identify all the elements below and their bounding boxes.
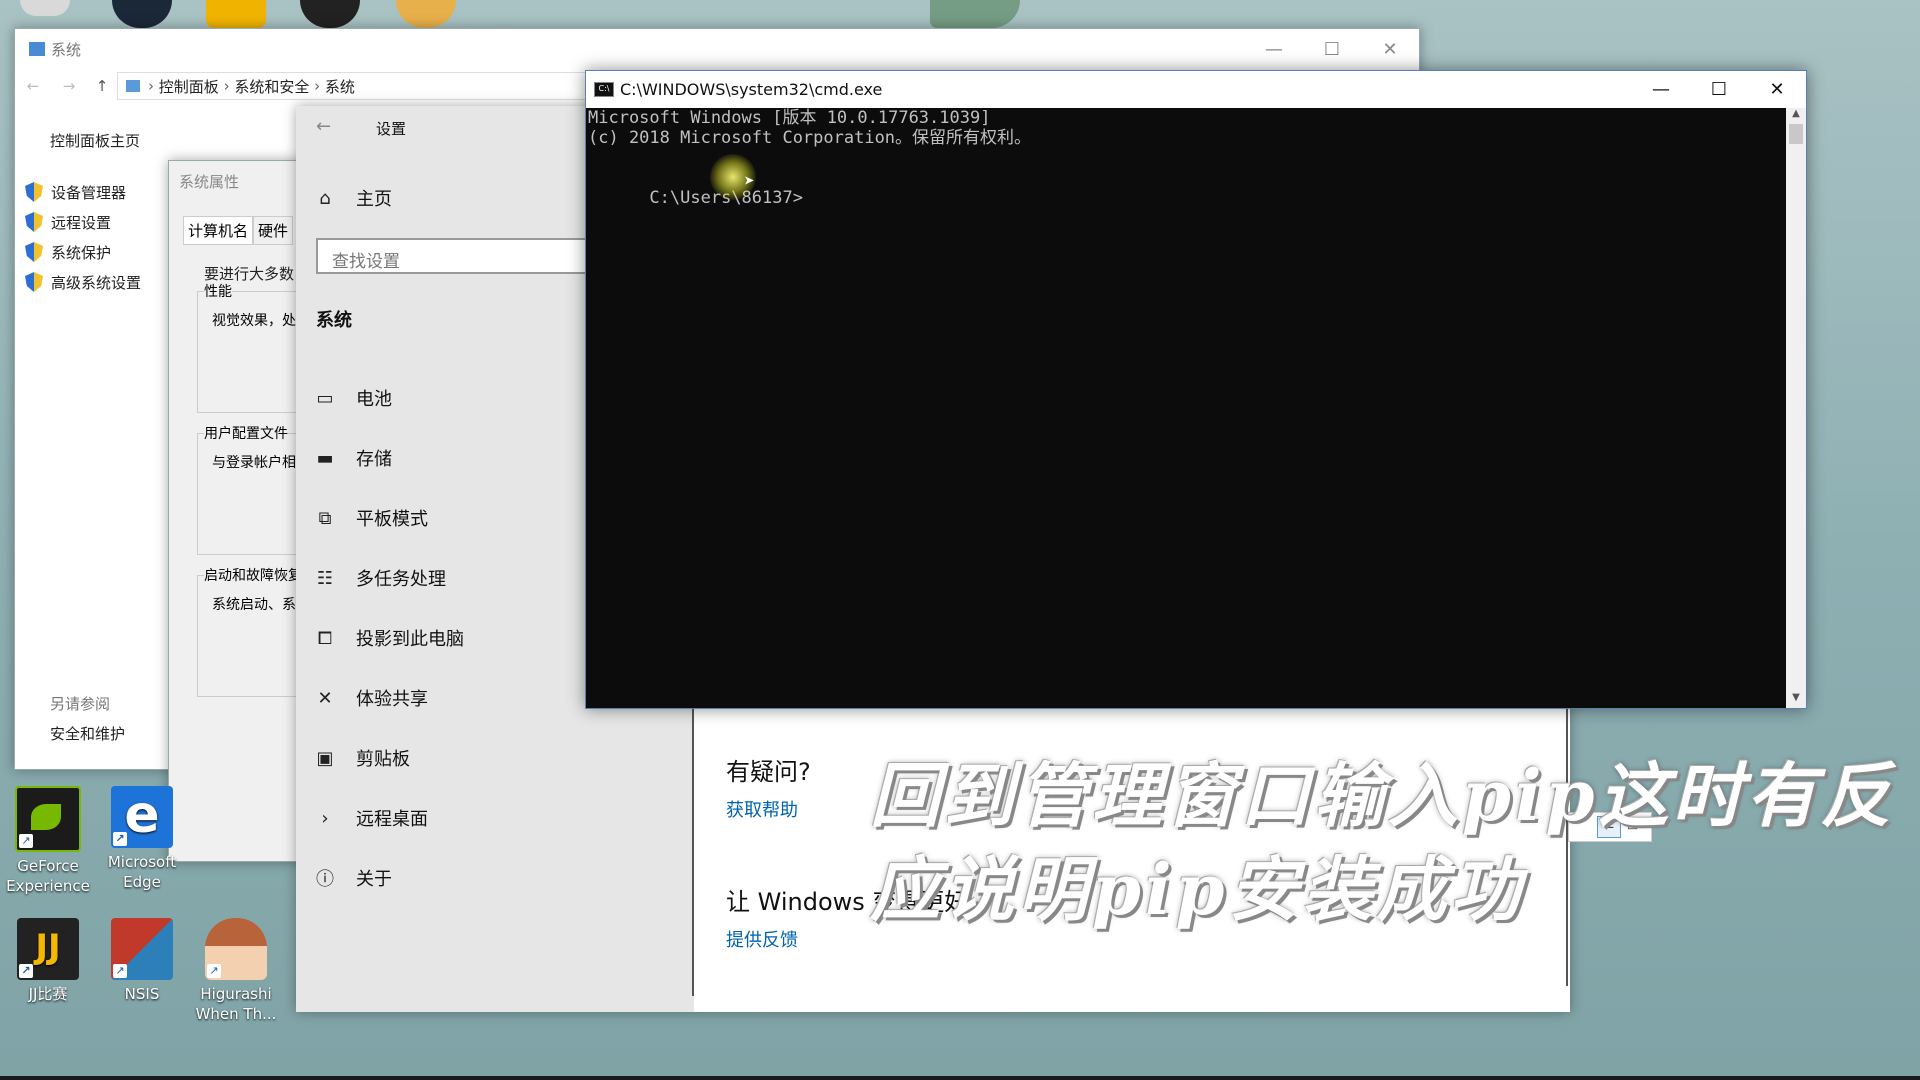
caption-line-2: 应说明pip安装成功	[870, 848, 1525, 931]
desktop-top-icon-2[interactable]	[112, 0, 172, 28]
multitask-icon: ☷	[316, 567, 334, 589]
cmd-prompt-line: C:\Users\86137> ➤	[588, 154, 1784, 208]
properties-title: 系统属性	[179, 173, 240, 191]
feedback-link[interactable]: 提供反馈	[726, 926, 798, 952]
breadcrumb: › 控制面板 › 系统和安全 › 系统	[117, 72, 595, 100]
jj-icon: JJ ↗	[17, 918, 79, 980]
group-startup-recovery-label: 启动和故障恢复	[204, 565, 302, 585]
settings-title: 设置	[376, 120, 407, 138]
project-icon: ⧠	[317, 627, 333, 649]
nav-home[interactable]: ⌂ 主页	[314, 178, 392, 218]
forward-arrow-icon[interactable]: →	[51, 77, 87, 95]
maximize-button[interactable]: ☐	[1303, 29, 1361, 69]
properties-tabs: 计算机名 硬件	[183, 216, 309, 245]
breadcrumb-item-0[interactable]: 控制面板	[159, 76, 219, 97]
nav-tablet-mode[interactable]: ⧉ 平板模式	[314, 498, 428, 538]
desktop-icon-nsis[interactable]: ↗ NSIS	[94, 918, 190, 1004]
cp-sidebar: 控制面板主页 设备管理器 远程设置 系统保护 高级系统设置 另请参阅 安全和维护	[15, 103, 175, 763]
cmd-minimize-button[interactable]: —	[1632, 69, 1690, 109]
nav-clipboard[interactable]: ▣ 剪贴板	[314, 738, 410, 778]
nav-remote-desktop[interactable]: › 远程桌面	[314, 798, 428, 838]
remote-icon: ›	[321, 807, 329, 829]
cmd-scrollbar[interactable]: ▲ ▼	[1786, 108, 1806, 708]
shield-icon	[25, 182, 43, 202]
tab-hardware[interactable]: 硬件	[253, 216, 294, 245]
settings-divider	[692, 706, 694, 996]
battery-icon: ▭	[316, 387, 334, 409]
remote-settings-link[interactable]: 远程设置	[25, 207, 175, 237]
device-manager-link[interactable]: 设备管理器	[25, 177, 175, 207]
nav-storage[interactable]: ▬ 存储	[314, 438, 392, 478]
advanced-settings-link[interactable]: 高级系统设置	[25, 267, 175, 297]
group-performance-label: 性能	[204, 281, 232, 301]
control-panel-home-link[interactable]: 控制面板主页	[50, 125, 175, 155]
system-properties-dialog: 系统属性 计算机名 硬件 要进行大多数 性能 视觉效果，处 用户配置文件 与登录…	[168, 160, 319, 862]
up-arrow-icon[interactable]: ↑	[87, 77, 117, 95]
cmd-title: C:\WINDOWS\system32\cmd.exe	[620, 79, 883, 99]
nav-about[interactable]: ⓘ 关于	[314, 858, 392, 898]
scroll-down-arrow[interactable]: ▼	[1786, 692, 1806, 708]
desktop-icon-jj[interactable]: JJ ↗ JJ比赛	[0, 918, 96, 1004]
close-button[interactable]: ✕	[1361, 29, 1419, 69]
nav-project[interactable]: ⧠ 投影到此电脑	[314, 618, 464, 658]
edge-icon: e ↗	[111, 786, 173, 848]
higurashi-icon: ↗	[205, 918, 267, 980]
system-window-icon	[29, 42, 45, 56]
nav-shared-experiences[interactable]: ✕ 体验共享	[314, 678, 428, 718]
settings-back-icon[interactable]: ←	[316, 116, 331, 137]
system-window-title: 系统	[51, 40, 82, 59]
home-icon: ⌂	[319, 187, 331, 209]
info-icon: ⓘ	[316, 869, 334, 890]
cmd-line-2	[588, 148, 1784, 168]
cmd-console[interactable]: Microsoft Windows [版本 10.0.17763.1039] (…	[586, 108, 1786, 708]
scroll-thumb[interactable]	[1789, 124, 1803, 144]
tablet-icon: ⧉	[318, 507, 332, 529]
clipboard-icon: ▣	[316, 747, 334, 769]
cmd-maximize-button[interactable]: ☐	[1690, 69, 1748, 109]
scroll-up-arrow[interactable]: ▲	[1786, 108, 1806, 124]
nsis-icon: ↗	[111, 918, 173, 980]
cmd-window[interactable]: C:\ C:\WINDOWS\system32\cmd.exe — ☐ ✕ Mi…	[585, 70, 1807, 709]
tab-computer-name[interactable]: 计算机名	[183, 216, 254, 245]
back-arrow-icon[interactable]: ←	[15, 77, 51, 95]
security-maintenance-link[interactable]: 安全和维护	[50, 723, 125, 744]
computer-icon	[126, 80, 140, 92]
cmd-line-0: Microsoft Windows [版本 10.0.17763.1039]	[588, 108, 991, 128]
see-also-label: 另请参阅	[50, 695, 111, 713]
mouse-cursor-icon: ➤	[744, 171, 755, 192]
desktop-icon-edge[interactable]: e ↗ Microsoft Edge	[94, 786, 190, 892]
bottom-edge	[0, 1076, 1920, 1080]
storage-icon: ▬	[316, 447, 334, 469]
breadcrumb-item-2[interactable]: 系统	[325, 76, 355, 97]
desktop-icon-higurashi[interactable]: ↗ Higurashi When Th...	[188, 918, 284, 1024]
geforce-icon: ↗	[15, 786, 81, 852]
desktop-icon-geforce[interactable]: ↗ GeForce Experience	[0, 786, 96, 896]
section-heading-system: 系统	[316, 310, 352, 331]
shield-icon	[25, 212, 43, 232]
search-placeholder: 查找设置	[332, 252, 400, 272]
question-heading: 有疑问?	[726, 758, 811, 786]
cmd-titlebar: C:\ C:\WINDOWS\system32\cmd.exe — ☐ ✕	[586, 71, 1806, 107]
plant-decoration	[930, 0, 1020, 28]
minimize-button[interactable]: —	[1245, 29, 1303, 69]
cmd-close-button[interactable]: ✕	[1748, 69, 1806, 109]
cmd-line-1: (c) 2018 Microsoft Corporation。保留所有权利。	[588, 128, 1032, 148]
nav-battery[interactable]: ▭ 电池	[314, 378, 392, 418]
cmd-icon: C:\	[594, 81, 614, 97]
breadcrumb-item-1[interactable]: 系统和安全	[234, 76, 309, 97]
system-window-titlebar: 系统 — ☐ ✕	[15, 29, 1419, 69]
desktop-top-icon-3[interactable]	[206, 0, 266, 28]
share-icon: ✕	[317, 687, 333, 709]
group-user-profiles-label: 用户配置文件	[204, 423, 288, 443]
shield-icon	[25, 272, 43, 292]
system-protection-link[interactable]: 系统保护	[25, 237, 175, 267]
shield-icon	[25, 242, 43, 262]
nav-multitasking[interactable]: ☷ 多任务处理	[314, 558, 446, 598]
desktop-top-icon-1[interactable]	[20, 0, 70, 16]
caption-line-1: 回到管理窗口输入pip这时有反	[870, 754, 1895, 837]
get-help-link[interactable]: 获取帮助	[726, 796, 798, 822]
desktop-top-icon-4[interactable]	[300, 0, 360, 28]
desktop-top-icon-5[interactable]	[396, 0, 456, 28]
